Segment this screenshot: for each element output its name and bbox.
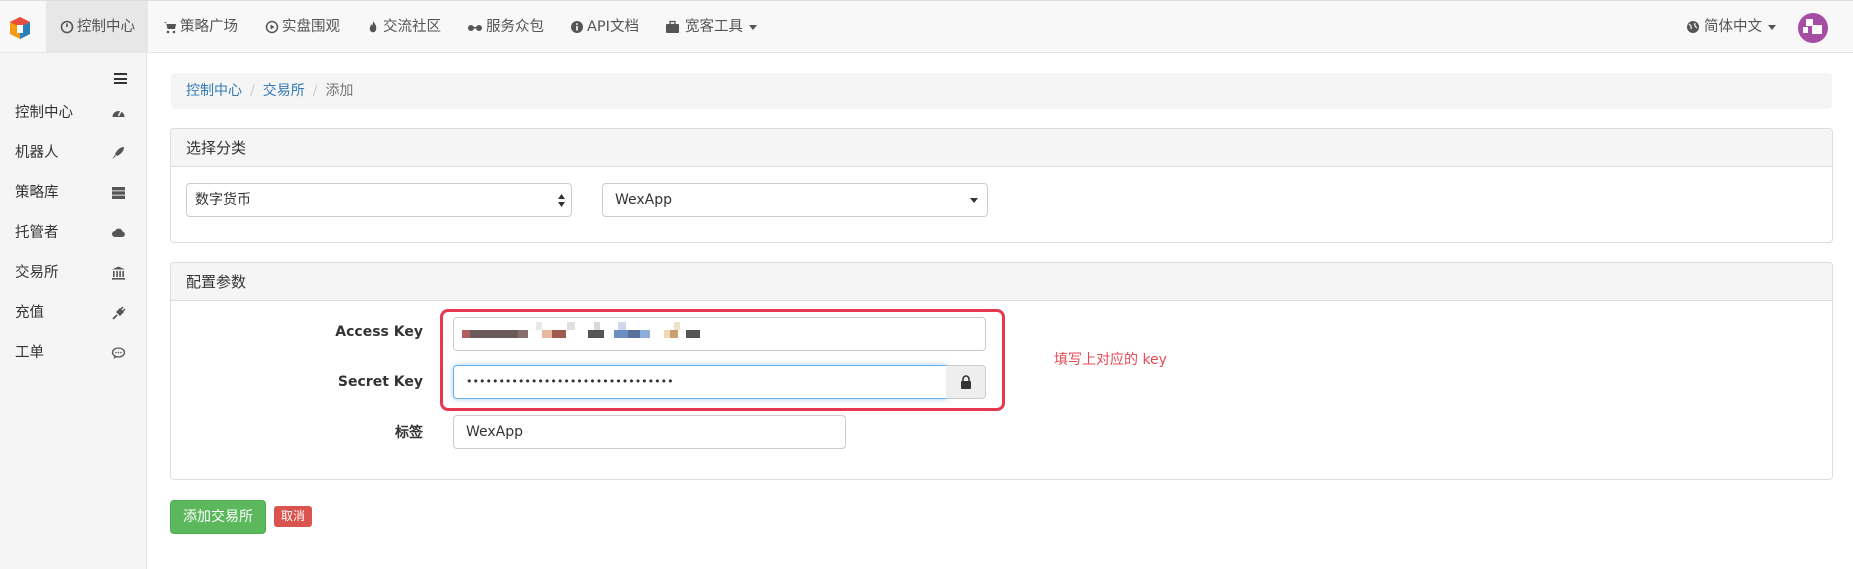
plug-icon <box>112 306 126 320</box>
nav-live-watch[interactable]: 实盘围观 <box>265 1 340 53</box>
sidebar-item-robots[interactable]: 机器人 <box>0 133 147 173</box>
play-circle-icon <box>265 20 279 34</box>
rocket-icon <box>112 147 124 159</box>
cancel-button[interactable]: 取消 <box>274 506 312 527</box>
glasses-icon <box>468 25 482 31</box>
breadcrumb-link-exchanges[interactable]: 交易所 <box>263 83 305 99</box>
dashboard-gauge-icon <box>112 110 125 117</box>
category-select-value: 数字货币 <box>195 192 251 208</box>
sidebar-item-label: 工单 <box>15 345 44 361</box>
category-panel-title: 选择分类 <box>171 129 1832 167</box>
chevron-down-icon <box>1768 24 1776 30</box>
nav-dashboard[interactable]: 控制中心 <box>46 1 148 53</box>
highlight-box <box>440 309 1005 411</box>
fire-icon <box>369 21 377 33</box>
sidebar-item-label: 交易所 <box>15 265 59 281</box>
breadcrumb-separator: / <box>312 83 318 99</box>
nav-api-docs[interactable]: API文档 <box>570 1 639 53</box>
top-navbar: 控制中心 策略广场 实盘围观 交流社区 服务众包 API文档 宽客工具 简体中文 <box>0 0 1853 53</box>
select-arrows-icon <box>558 194 565 207</box>
nav-strategy-square[interactable]: 策略广场 <box>163 1 238 53</box>
tag-input[interactable]: WexApp <box>453 415 846 449</box>
sidebar-item-exchanges[interactable]: 交易所 <box>0 253 147 293</box>
comment-icon <box>111 347 126 359</box>
annotation-text: 填写上对应的 key <box>1054 352 1167 368</box>
sidebar-item-label: 机器人 <box>15 145 59 161</box>
language-label: 简体中文 <box>1704 19 1762 35</box>
server-icon <box>112 187 125 199</box>
avatar[interactable] <box>1798 13 1828 43</box>
bank-icon <box>112 266 125 280</box>
sidebar-item-hosts[interactable]: 托管者 <box>0 213 147 253</box>
exchange-select[interactable]: WexApp <box>602 183 988 217</box>
sidebar-item-label: 充值 <box>15 305 44 321</box>
breadcrumb-separator: / <box>250 83 255 99</box>
nav-label: 策略广场 <box>180 19 238 35</box>
category-select[interactable]: 数字货币 <box>186 183 572 217</box>
cart-icon <box>164 22 176 34</box>
globe-icon <box>1687 21 1699 33</box>
sidebar-item-label: 托管者 <box>15 225 59 241</box>
nav-label: 实盘围观 <box>282 19 340 35</box>
access-key-label: Access Key <box>335 324 423 340</box>
nav-label: 控制中心 <box>77 19 135 35</box>
breadcrumb: 控制中心 / 交易所 / 添加 <box>171 73 1832 109</box>
logo-icon[interactable] <box>8 16 32 40</box>
nav-label: 宽客工具 <box>685 19 743 35</box>
sidebar-item-tickets[interactable]: 工单 <box>0 333 147 373</box>
nav-crowdsourcing[interactable]: 服务众包 <box>467 1 544 53</box>
menu-toggle-icon[interactable] <box>114 73 127 84</box>
sidebar-item-strategies[interactable]: 策略库 <box>0 173 147 213</box>
add-exchange-button[interactable]: 添加交易所 <box>170 500 266 534</box>
chevron-down-icon <box>970 198 978 203</box>
nav-community[interactable]: 交流社区 <box>366 1 441 53</box>
secret-key-label: Secret Key <box>337 374 423 390</box>
briefcase-icon <box>666 20 679 33</box>
nav-label: 服务众包 <box>486 19 544 35</box>
nav-label: API文档 <box>587 19 639 35</box>
exchange-select-value: WexApp <box>615 192 673 208</box>
breadcrumb-current: 添加 <box>325 83 354 99</box>
cloud-icon <box>112 228 125 237</box>
sidebar-item-label: 策略库 <box>15 185 59 201</box>
sidebar: 控制中心 机器人 策略库 托管者 交易所 充值 工单 <box>0 53 147 569</box>
breadcrumb-link-dashboard[interactable]: 控制中心 <box>186 83 242 99</box>
sidebar-item-label: 控制中心 <box>15 105 73 121</box>
dashboard-icon <box>60 20 74 34</box>
sidebar-item-dashboard[interactable]: 控制中心 <box>0 93 147 133</box>
nav-label: 交流社区 <box>383 19 441 35</box>
tag-label: 标签 <box>395 425 423 441</box>
nav-quant-tools[interactable]: 宽客工具 <box>665 1 757 53</box>
chevron-down-icon <box>749 24 757 30</box>
info-circle-icon <box>571 21 583 33</box>
language-selector[interactable]: 简体中文 <box>1686 1 1776 53</box>
category-panel: 选择分类 数字货币 WexApp <box>170 128 1833 243</box>
config-panel-title: 配置参数 <box>171 263 1832 301</box>
sidebar-item-recharge[interactable]: 充值 <box>0 293 147 333</box>
